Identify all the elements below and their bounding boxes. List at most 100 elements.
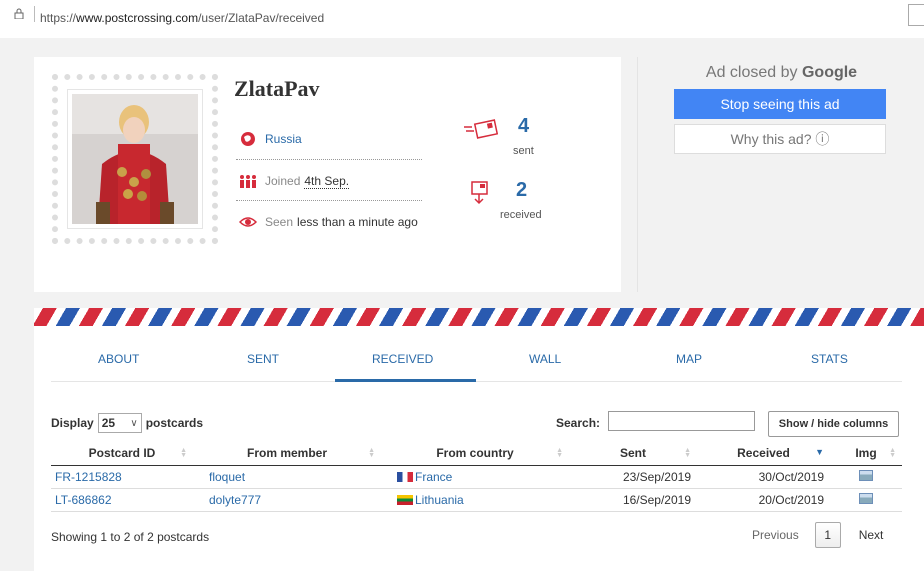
header-label: From country <box>436 446 514 461</box>
previous-button[interactable]: Previous <box>752 528 799 542</box>
header-label: Img <box>855 446 877 461</box>
display-length-control: Display 25 ∨ postcards <box>51 413 203 433</box>
airmail-stripe <box>34 308 924 326</box>
member-link[interactable]: floquet <box>209 470 245 484</box>
column-header-img[interactable]: Img ▲ ▼ <box>830 442 902 466</box>
display-length-value: 25 <box>101 416 116 430</box>
profile-card: ZlataPav Russia Joined 4th Sep. Seen les… <box>34 57 621 292</box>
tab-received[interactable]: RECEIVED <box>372 352 433 366</box>
display-length-select[interactable]: 25 ∨ <box>97 413 142 433</box>
sent-stat[interactable]: 4 sent <box>464 115 544 165</box>
received-postcard-icon <box>470 181 490 208</box>
pagination: Previous 1 Next <box>752 522 883 548</box>
seen-label: Seen <box>265 215 294 229</box>
tab-map[interactable]: MAP <box>676 352 702 366</box>
eye-icon <box>239 213 257 231</box>
google-brand: Google <box>801 64 858 81</box>
sort-icon: ▲ ▼ <box>889 447 896 459</box>
column-header-postcard-id[interactable]: Postcard ID ▲ ▼ <box>51 442 193 466</box>
seen-value: less than a minute ago <box>297 215 418 229</box>
display-label: Display <box>51 416 94 430</box>
img-cell <box>830 488 902 512</box>
sent-label: sent <box>513 145 534 157</box>
postcard-id-cell: FR-1215828 <box>51 465 193 489</box>
img-cell <box>830 465 902 489</box>
country-link[interactable]: Russia <box>265 132 302 146</box>
info-divider <box>236 200 422 201</box>
column-header-from-member[interactable]: From member ▲ ▼ <box>193 442 381 466</box>
page-1-button[interactable]: 1 <box>814 522 841 548</box>
postcard-id-link[interactable]: LT-686862 <box>55 493 112 507</box>
ad-panel: Ad closed by Google Stop seeing this ad … <box>637 57 924 292</box>
profile-tabs: ABOUT SENT RECEIVED WALL MAP STATS <box>51 338 902 382</box>
info-divider <box>236 159 422 160</box>
table-info: Showing 1 to 2 of 2 postcards <box>51 530 210 544</box>
country-cell: Lithuania <box>381 488 569 512</box>
tab-about[interactable]: ABOUT <box>98 352 139 366</box>
column-header-received[interactable]: Received ▼ <box>697 442 830 466</box>
image-icon[interactable] <box>859 492 873 504</box>
country-row: Russia <box>239 129 302 149</box>
show-hide-columns-button[interactable]: Show / hide columns <box>768 411 899 437</box>
sort-icon: ▲ ▼ <box>180 447 187 459</box>
sort-icon: ▲ ▼ <box>684 447 691 459</box>
url-host: www.postcrossing.com <box>76 11 199 25</box>
received-postcards-table: Postcard ID ▲ ▼ From member ▲ ▼ From country… <box>51 442 902 512</box>
stop-seeing-ad-button[interactable]: Stop seeing this ad <box>674 89 886 119</box>
column-header-from-country[interactable]: From country ▲ ▼ <box>381 442 569 466</box>
url-text[interactable]: https://www.postcrossing.com/user/ZlataP… <box>40 11 324 25</box>
member-cell: dolyte777 <box>193 488 381 512</box>
chevron-down-icon: ∨ <box>130 417 138 429</box>
url-path: /user/ZlataPav/received <box>198 11 325 25</box>
search-input[interactable] <box>608 411 755 431</box>
browser-address-bar[interactable]: https://www.postcrossing.com/user/ZlataP… <box>0 0 924 38</box>
received-date-cell: 30/Oct/2019 <box>697 465 830 489</box>
tab-sent[interactable]: SENT <box>247 352 279 366</box>
received-date-cell: 20/Oct/2019 <box>697 488 830 512</box>
ad-closed-title: Ad closed by Google <box>638 64 924 82</box>
avatar[interactable] <box>72 94 198 224</box>
tab-wall[interactable]: WALL <box>529 352 561 366</box>
sent-count: 4 <box>518 115 530 137</box>
lithuania-flag-icon <box>397 494 413 505</box>
address-divider <box>34 6 35 22</box>
sent-date-cell: 23/Sep/2019 <box>569 465 697 489</box>
sort-desc-icon: ▼ <box>815 447 824 457</box>
header-label: Postcard ID <box>88 446 156 461</box>
joined-row: Joined 4th Sep. <box>239 171 350 191</box>
member-link[interactable]: dolyte777 <box>209 493 261 507</box>
table-row: LT-686862 dolyte777 Lithuania 16/Sep/201… <box>51 488 902 512</box>
france-flag-icon <box>397 471 413 482</box>
browser-field-edge <box>908 4 924 26</box>
why-this-ad-button[interactable]: Why this ad? ⓘ <box>674 124 886 154</box>
country-cell: France <box>381 465 569 489</box>
header-label: Sent <box>619 446 646 461</box>
postcard-id-link[interactable]: FR-1215828 <box>55 470 122 484</box>
received-stat[interactable]: 2 received <box>470 179 550 227</box>
display-suffix: postcards <box>145 416 204 430</box>
sort-icon: ▲ ▼ <box>556 447 563 459</box>
seen-row: Seen less than a minute ago <box>239 212 418 232</box>
main-panel: ABOUT SENT RECEIVED WALL MAP STATS Displ… <box>34 308 924 571</box>
table-header-row: Postcard ID ▲ ▼ From member ▲ ▼ From country… <box>51 442 902 466</box>
next-button[interactable]: Next <box>859 528 884 542</box>
member-cell: floquet <box>193 465 381 489</box>
joined-label: Joined <box>265 174 301 188</box>
header-label: Received <box>737 446 790 461</box>
sent-date-cell: 16/Sep/2019 <box>569 488 697 512</box>
postcard-id-cell: LT-686862 <box>51 488 193 512</box>
ad-closed-text: Ad closed by <box>705 64 798 81</box>
country-link[interactable]: Lithuania <box>415 493 464 507</box>
column-header-sent[interactable]: Sent ▲ ▼ <box>569 442 697 466</box>
search-label: Search: <box>556 416 601 430</box>
table-row: FR-1215828 floquet France 23/Sep/2019 30… <box>51 465 902 489</box>
avatar-stamp-frame <box>52 74 218 244</box>
globe-icon <box>239 130 257 148</box>
country-link[interactable]: France <box>415 470 452 484</box>
people-icon <box>239 172 257 190</box>
image-icon[interactable] <box>859 469 873 481</box>
joined-date: 4th Sep. <box>304 173 350 189</box>
lock-icon <box>14 8 24 20</box>
profile-username: ZlataPav <box>234 76 320 101</box>
tab-stats[interactable]: STATS <box>811 352 848 366</box>
